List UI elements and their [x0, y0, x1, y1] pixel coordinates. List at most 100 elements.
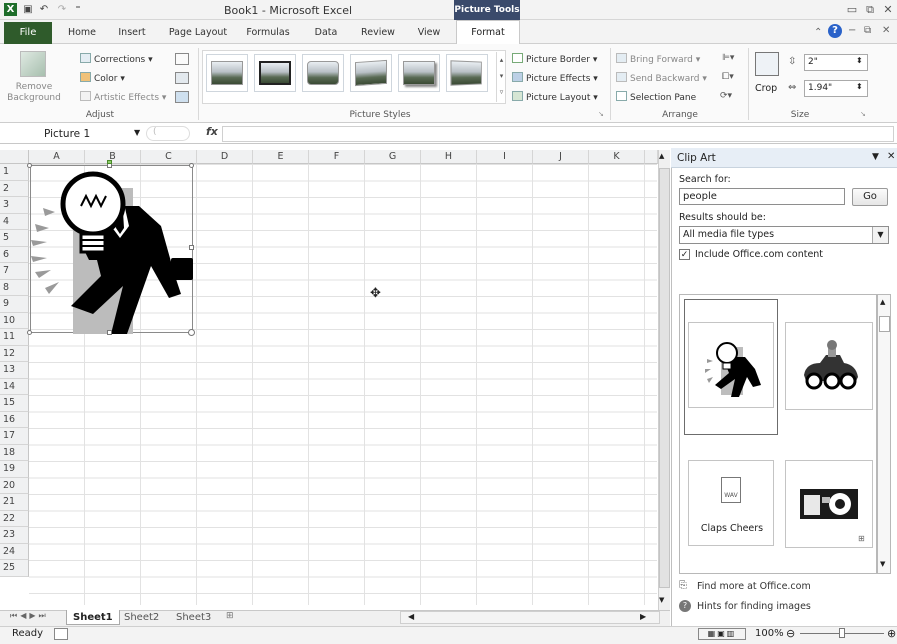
crop-icon[interactable]	[755, 52, 779, 76]
column-header[interactable]: I	[477, 150, 533, 164]
row-header[interactable]: 23	[0, 527, 29, 544]
row-header[interactable]: 9	[0, 296, 29, 313]
scroll-down-icon[interactable]: ▼	[659, 596, 664, 604]
workbook-minimize-icon[interactable]: −	[848, 25, 856, 36]
ribbon-minimize-icon[interactable]: ⌃	[814, 27, 822, 38]
tab-view[interactable]: View	[408, 22, 450, 44]
picture-style-thumb[interactable]	[302, 54, 344, 92]
row-header[interactable]: 7	[0, 263, 29, 280]
corrections-button[interactable]: Corrections ▾	[80, 53, 153, 65]
results-scroll-thumb[interactable]	[879, 316, 890, 332]
row-header[interactable]: 21	[0, 494, 29, 511]
results-scroll-up-icon[interactable]: ▲	[880, 298, 885, 306]
undo-icon[interactable]: ↶	[38, 3, 50, 16]
picture-effects-button[interactable]: Picture Effects ▾	[512, 72, 598, 84]
sheet-tab-sheet3[interactable]: Sheet3	[170, 610, 217, 625]
picture-selection-frame[interactable]	[30, 165, 193, 334]
resize-handle[interactable]	[189, 163, 194, 168]
clipart-result-car[interactable]	[785, 322, 873, 410]
column-header[interactable]: J	[533, 150, 589, 164]
picture-style-thumb[interactable]	[398, 54, 440, 92]
artistic-effects-button[interactable]: Artistic Effects ▾	[80, 91, 166, 103]
tab-home[interactable]: Home	[60, 22, 104, 44]
resize-handle[interactable]	[27, 163, 32, 168]
resize-handle[interactable]	[27, 330, 32, 335]
formula-input[interactable]	[222, 126, 894, 142]
chevron-down-icon[interactable]: ▼	[872, 227, 888, 243]
close-button[interactable]: ✕	[880, 3, 896, 17]
hints-link[interactable]: Hints for finding images	[697, 601, 811, 612]
tab-review[interactable]: Review	[354, 22, 402, 44]
workbook-close-icon[interactable]: ✕	[882, 25, 890, 36]
rotate-handle[interactable]	[107, 160, 112, 164]
remove-background-icon[interactable]	[20, 51, 46, 77]
size-dialog-launcher-icon[interactable]: ↘	[860, 110, 866, 118]
redo-icon[interactable]: ↷	[56, 3, 68, 16]
tab-format[interactable]: Format	[456, 20, 520, 45]
gallery-scroll[interactable]: ▴ ▾ ▿	[496, 52, 506, 102]
row-header[interactable]: 12	[0, 345, 29, 362]
zoom-in-icon[interactable]: ⊕	[887, 627, 896, 640]
compress-pictures-icon[interactable]	[175, 53, 189, 65]
row-header[interactable]: 2	[0, 180, 29, 197]
picture-style-thumb[interactable]	[206, 54, 248, 92]
zoom-out-icon[interactable]: ⊖	[786, 627, 795, 640]
find-more-link[interactable]: Find more at Office.com	[697, 581, 811, 592]
insert-function-button[interactable]: fx	[206, 125, 218, 138]
workbook-restore-icon[interactable]: ⧉	[864, 25, 871, 36]
tab-data[interactable]: Data	[304, 22, 348, 44]
tab-insert[interactable]: Insert	[110, 22, 154, 44]
row-header[interactable]: 11	[0, 329, 29, 346]
column-header[interactable]: G	[365, 150, 421, 164]
scroll-thumb[interactable]	[659, 168, 670, 588]
zoom-slider-thumb[interactable]	[839, 628, 845, 638]
clipart-result-claps-cheers[interactable]: WAV Claps Cheers	[688, 460, 774, 546]
row-header[interactable]: 16	[0, 411, 29, 428]
go-button[interactable]: Go	[852, 188, 888, 206]
sheet-horizontal-scrollbar[interactable]	[400, 611, 660, 624]
send-backward-button[interactable]: Send Backward ▾	[616, 72, 707, 84]
excel-icon[interactable]: X	[4, 3, 17, 16]
remove-background-button[interactable]: Remove Background	[0, 82, 68, 104]
scroll-left-icon[interactable]: ◀	[408, 612, 414, 621]
column-header[interactable]: F	[309, 150, 365, 164]
picture-style-thumb[interactable]	[254, 54, 296, 92]
tab-formulas[interactable]: Formulas	[240, 22, 296, 44]
color-button[interactable]: Color ▾	[80, 72, 125, 84]
name-box-dropdown-icon[interactable]: ▼	[134, 128, 140, 137]
scroll-up-icon[interactable]: ▲	[659, 152, 664, 160]
column-header[interactable]: A	[29, 150, 85, 164]
row-header[interactable]: 4	[0, 213, 29, 230]
select-all-corner[interactable]	[0, 150, 29, 164]
picture-style-thumb[interactable]	[446, 54, 488, 92]
save-icon[interactable]: ▣	[22, 3, 34, 16]
media-type-select[interactable]: All media file types	[679, 226, 889, 244]
row-header[interactable]: 19	[0, 461, 29, 478]
dialog-launcher-icon[interactable]: ↘	[598, 110, 604, 118]
resize-handle[interactable]	[189, 245, 194, 250]
row-header[interactable]: 24	[0, 543, 29, 560]
column-header[interactable]: E	[253, 150, 309, 164]
column-header[interactable]: H	[421, 150, 477, 164]
zoom-level[interactable]: 100%	[755, 628, 784, 639]
selection-pane-button[interactable]: Selection Pane	[616, 91, 696, 103]
view-buttons[interactable]: ▦▣▥	[698, 628, 746, 640]
bring-forward-button[interactable]: Bring Forward ▾	[616, 53, 700, 65]
macro-record-icon[interactable]	[54, 628, 68, 640]
width-spinner[interactable]: ⬍	[856, 82, 863, 91]
row-header[interactable]: 5	[0, 230, 29, 247]
pane-options-icon[interactable]: ▼	[872, 152, 879, 162]
column-header[interactable]: C	[141, 150, 197, 164]
rotate-icon[interactable]: ⟳▾	[720, 91, 732, 101]
include-office-checkbox[interactable]: ✓	[679, 249, 690, 260]
pane-close-icon[interactable]: ✕	[887, 151, 895, 162]
insert-sheet-icon[interactable]: ⊞	[226, 611, 234, 621]
results-scrollbar[interactable]	[877, 294, 891, 574]
row-header[interactable]: 1	[0, 164, 29, 181]
picture-style-thumb[interactable]	[350, 54, 392, 92]
row-header[interactable]: 15	[0, 395, 29, 412]
sheet-tab-sheet1[interactable]: Sheet1	[66, 610, 120, 625]
change-picture-icon[interactable]	[175, 72, 189, 84]
tab-page-layout[interactable]: Page Layout	[166, 22, 230, 44]
height-spinner[interactable]: ⬍	[856, 56, 863, 65]
